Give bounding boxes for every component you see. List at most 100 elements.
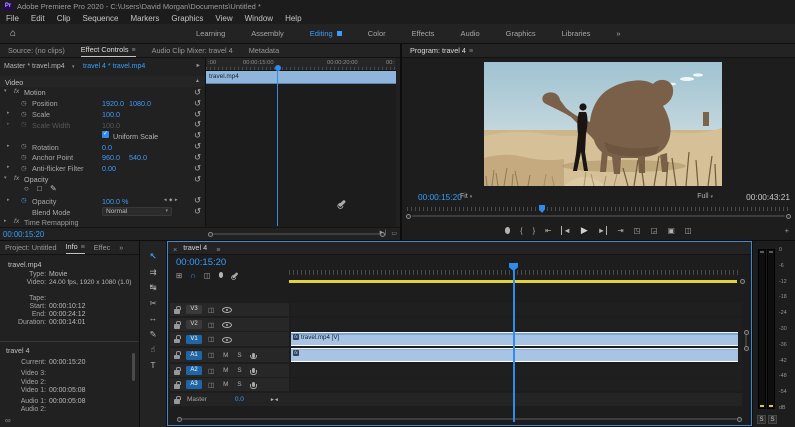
position-x-value[interactable]: 1920.0 (102, 99, 124, 108)
solo-button[interactable]: S (237, 381, 241, 388)
stopwatch-icon[interactable]: ◷ (21, 99, 27, 107)
track-a1-lane[interactable]: fx (291, 348, 742, 362)
reset-icon[interactable]: ↺ (194, 206, 201, 217)
param-uniform-scale[interactable]: ✓ Uniform Scale ↺ (0, 130, 205, 141)
close-icon[interactable]: × (173, 245, 177, 254)
tab-info[interactable]: Info≡ (66, 242, 85, 254)
solo-button[interactable]: S (237, 352, 241, 359)
step-back-button[interactable]: ◄ (561, 226, 570, 235)
ec-playhead-handle[interactable] (275, 65, 281, 71)
menu-view[interactable]: View (209, 14, 238, 23)
ec-playhead-line[interactable] (277, 71, 278, 226)
track-target-v3[interactable]: V3 (186, 305, 202, 314)
program-scrollbar[interactable] (412, 215, 785, 217)
stopwatch-icon[interactable]: ◷ (21, 164, 27, 172)
param-anti-flicker[interactable]: ▸ ◷ Anti-flicker Filter 0.00 ↺ (0, 163, 205, 174)
twirl-closed-icon[interactable]: ▸ (7, 197, 10, 203)
export-frame-button[interactable]: ▣ (668, 226, 675, 235)
workspace-overflow-icon[interactable]: » (616, 29, 620, 38)
menu-help[interactable]: Help (279, 14, 307, 23)
panel-menu-icon[interactable]: ≡ (132, 47, 136, 54)
sync-lock-icon[interactable]: ◫ (208, 381, 214, 389)
master-volume-value[interactable]: 0.0 (235, 396, 244, 403)
track-v1-lane[interactable]: fx travel.mp4 [V] (291, 332, 742, 346)
voiceover-mic-icon[interactable] (252, 382, 255, 387)
workspace-tab-audio[interactable]: Audio (460, 29, 479, 38)
twirl-closed-icon[interactable]: ▸ (4, 218, 7, 224)
menu-clip[interactable]: Clip (51, 14, 77, 23)
param-rotation[interactable]: ▸ ◷ Rotation 0.0 ↺ (0, 141, 205, 152)
anchor-y-value[interactable]: 540.0 (129, 153, 147, 162)
mute-button[interactable]: M (223, 381, 228, 388)
export-icon[interactable]: ▭ (391, 230, 397, 237)
vscroll-handle-bottom[interactable] (744, 346, 749, 351)
nest-icon[interactable]: ⊞ (176, 271, 182, 280)
anchor-x-value[interactable]: 960.0 (102, 153, 120, 162)
track-target-v1[interactable]: V1 (186, 335, 202, 344)
timeline-timecode[interactable]: 00:00:15:20 (176, 257, 226, 268)
program-timecode[interactable]: 00:00:15:20 (418, 192, 462, 202)
lock-icon[interactable] (174, 367, 181, 375)
program-playhead[interactable] (539, 205, 545, 213)
extract-button[interactable]: ◲ (651, 226, 658, 235)
lock-icon[interactable] (174, 351, 181, 359)
workspace-tab-learning[interactable]: Learning (196, 29, 225, 38)
track-a2-header[interactable]: A2 ◫ M S (170, 364, 289, 377)
track-a3-lane[interactable] (291, 378, 742, 391)
stopwatch-icon[interactable]: ◷ (21, 153, 27, 161)
linked-selection-icon[interactable]: ◫ (204, 271, 211, 280)
panel-overflow-icon[interactable]: » (119, 243, 123, 254)
step-forward-button[interactable]: ► (598, 226, 607, 235)
tab-audio-clip-mixer[interactable]: Audio Clip Mixer: travel 4 (152, 46, 233, 57)
track-output-eye-icon[interactable] (222, 335, 231, 344)
lock-icon[interactable] (174, 335, 181, 343)
track-v3-header[interactable]: V3 ◫ (170, 303, 289, 316)
mask-ellipse-icon[interactable]: ○ (24, 184, 29, 193)
tool-razor[interactable]: ✂ (149, 298, 156, 309)
play-in-out-icon[interactable]: ►| (379, 230, 387, 236)
param-scale[interactable]: ▸ ◷ Scale 100.0 ↺ (0, 109, 205, 120)
panel-menu-icon[interactable]: ≡ (216, 247, 220, 254)
panel-menu-icon[interactable]: ≡ (469, 48, 473, 55)
add-marker-button[interactable] (505, 227, 510, 234)
master-clip-label[interactable]: Master * travel.mp4 (4, 63, 65, 70)
mask-pen-icon[interactable]: ✎ (50, 184, 57, 193)
button-editor-add-icon[interactable]: + (785, 226, 789, 235)
solo-right-button[interactable]: S (768, 415, 777, 424)
tool-type[interactable]: T (150, 360, 155, 371)
reset-icon[interactable]: ↺ (194, 141, 201, 152)
blend-mode-dropdown[interactable]: Normal▾ (102, 207, 172, 216)
tab-effects[interactable]: Effec (94, 243, 111, 254)
ec-scrollbar[interactable] (212, 233, 384, 235)
menu-sequence[interactable]: Sequence (76, 14, 124, 23)
track-target-v2[interactable]: V2 (186, 320, 202, 329)
go-to-out-button[interactable]: ⇥ (617, 226, 623, 235)
timeline-settings-icon[interactable] (232, 272, 238, 278)
reset-icon[interactable]: ↺ (194, 87, 201, 98)
sync-lock-icon[interactable]: ◫ (208, 351, 214, 359)
workspace-tab-graphics[interactable]: Graphics (506, 29, 536, 38)
tool-selection[interactable]: ↖ (149, 251, 156, 262)
tab-timeline-sequence[interactable]: travel 4 (183, 243, 207, 254)
add-marker-icon[interactable] (219, 272, 223, 278)
menu-window[interactable]: Window (239, 14, 279, 23)
sequence-clip-label[interactable]: travel 4 * travel.mp4 (83, 63, 145, 70)
menu-graphics[interactable]: Graphics (165, 14, 209, 23)
lock-icon[interactable] (174, 306, 181, 314)
tool-ripple-edit[interactable]: ↹ (149, 282, 156, 293)
anti-flicker-value[interactable]: 0.00 (102, 164, 116, 173)
param-position[interactable]: ◷ Position 1920.0 1080.0 ↺ (0, 98, 205, 109)
workspace-tab-libraries[interactable]: Libraries (562, 29, 591, 38)
stopwatch-icon[interactable]: ◷ (21, 196, 27, 204)
stopwatch-icon[interactable]: ◷ (21, 142, 27, 150)
reset-icon[interactable]: ↺ (194, 130, 201, 141)
track-output-eye-icon[interactable] (222, 305, 231, 314)
track-target-a3[interactable]: A3 (186, 380, 202, 389)
comparison-view-button[interactable]: ◫ (685, 226, 692, 235)
fit-icon[interactable]: ►◄ (270, 397, 278, 403)
scale-value[interactable]: 100.0 (102, 110, 120, 119)
track-a2-lane[interactable] (291, 364, 742, 377)
zoom-handle-right[interactable] (737, 417, 742, 422)
mute-button[interactable]: M (223, 352, 228, 359)
scroll-handle-right[interactable] (786, 214, 791, 219)
